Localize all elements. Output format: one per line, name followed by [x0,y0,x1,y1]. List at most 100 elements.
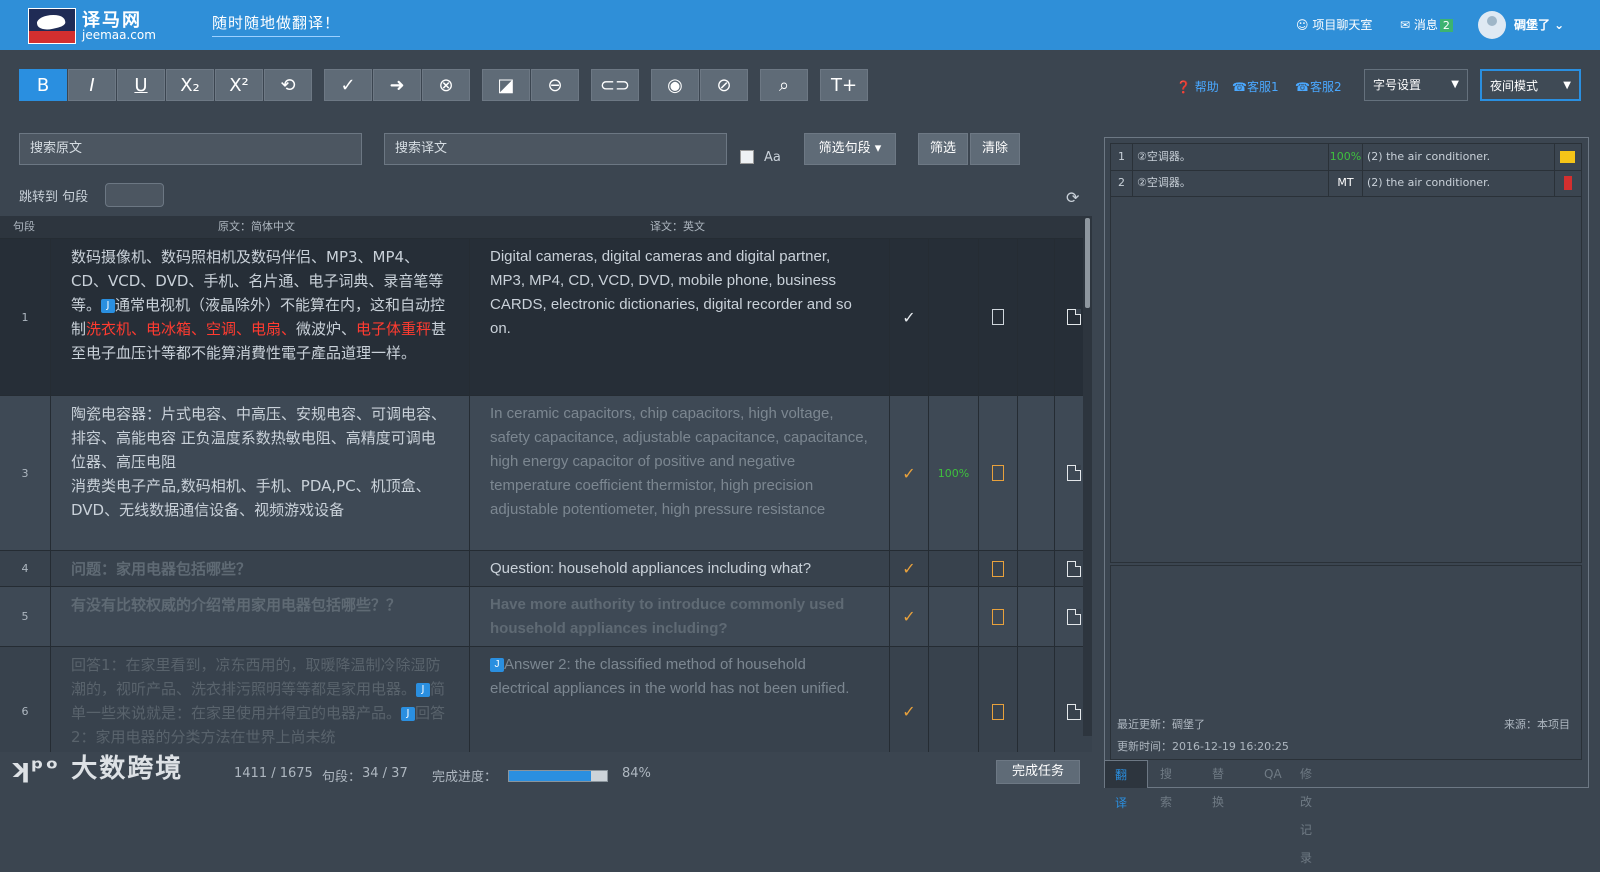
tab-replace[interactable]: 替换 [1212,760,1224,809]
search-target-input[interactable]: 搜索译文 [384,133,727,165]
note-cell[interactable] [979,396,1018,550]
note-cell[interactable] [979,647,1018,752]
tm-row[interactable]: 2 ②空调器。 MT (2) the air conditioner. [1111,170,1581,197]
check-icon: ✓ [902,702,916,721]
filter-button[interactable]: 筛选 [918,133,968,165]
progress-bar [508,770,608,782]
case-sensitive-checkbox[interactable] [740,150,754,164]
source-cell[interactable]: 问题：家用电器包括哪些？ [51,551,470,586]
table-row[interactable]: 3 陶瓷电容器：片式电容、中高压、安规电容、可调电容、排容、高能电容 正负温度系… [0,395,1092,550]
scrollbar-thumb[interactable] [1085,218,1090,308]
flag-stripe [29,31,75,43]
status-cell[interactable]: ✓ [890,647,929,752]
tab-history[interactable]: 修改记录 [1300,760,1312,865]
link-button[interactable]: ⊂⊃ [591,69,639,101]
slogan: 随时随地做翻译！ [212,12,341,37]
service2-link[interactable]: ☎客服2 [1295,78,1342,95]
project-chat-link[interactable]: ☺ 项目聊天室 [1296,16,1372,33]
target-cell[interactable]: Have more authority to introduce commonl… [470,587,890,646]
note-icon [992,465,1004,481]
night-mode-select[interactable]: 夜间模式 ▼ [1480,69,1581,101]
note-icon [992,560,1004,577]
note-cell[interactable] [979,239,1018,395]
table-row[interactable]: 5 有没有比较权威的介绍常用家用电器包括哪些？？ Have more autho… [0,586,1092,646]
mail-icon: ✉ [1400,18,1414,32]
underline-button[interactable]: U [117,69,165,101]
note-icon [992,703,1004,720]
tm-details: 最近更新：碉堡了 来源：本项目 更新时间：2016-12-19 16:20:25 [1110,565,1582,760]
copy-source-button[interactable]: ◪ [482,69,530,101]
tag-icon: J [490,658,504,673]
add-term-button[interactable]: T+ [820,69,868,101]
source-cell[interactable]: 有没有比较权威的介绍常用家用电器包括哪些？？ [51,587,470,646]
table-row[interactable]: 6 回答1：在家里看到，凉东西用的，取暖降温制冷除湿防潮的，视听产品、洗衣排污照… [0,646,1092,752]
tm-matches: 1 ②空调器。 100% (2) the air conditioner. 2 … [1110,143,1582,563]
logo[interactable] [28,8,76,44]
superscript-button[interactable]: X² [215,69,263,101]
avatar[interactable] [1478,11,1506,39]
header-source: 原文：简体中文 [218,220,295,233]
table-row[interactable]: 4 问题：家用电器包括哪些？ Question: household appli… [0,550,1092,586]
status-cell[interactable]: ✓ [890,587,929,646]
find-button[interactable]: ⌕ [760,69,808,101]
segment-number: 4 [0,551,51,586]
service1-link[interactable]: ☎客服1 [1232,78,1279,95]
segment-table: 句段 原文：简体中文 译文：英文 1 数码摄像机、数码照相机及数码伴侣、MP3、… [0,216,1092,752]
filter-segments-dropdown[interactable]: 筛选句段 ▾ [804,133,896,165]
unlink-button[interactable]: ⊖ [531,69,579,101]
support-icon: ☎ [1295,80,1310,94]
target-cell[interactable]: Digital cameras, digital cameras and dig… [470,239,890,395]
segment-number: 5 [0,587,51,646]
status-cell[interactable]: ✓ [890,239,929,395]
italic-button[interactable]: I [68,69,116,101]
table-scrollbar[interactable] [1083,216,1092,736]
status-cell[interactable]: ✓ [890,396,929,550]
tab-search[interactable]: 搜索 [1160,760,1172,809]
watermark: ʞᵖᵒ 大数跨境 [10,754,184,784]
folder-icon[interactable] [1555,144,1581,170]
segment-count: 34 / 37 [362,766,408,781]
status-cell[interactable]: ✓ [890,551,929,586]
machine-icon[interactable] [1555,170,1581,196]
subscript-button[interactable]: X₂ [166,69,214,101]
note-cell[interactable] [979,587,1018,646]
refresh-icon[interactable]: ⟳ [1066,188,1079,207]
tag-icon: J [401,706,416,721]
source-cell[interactable]: 数码摄像机、数码照相机及数码伴侣、MP3、MP4、CD、VCD、DVD、手机、名… [51,239,470,395]
target-cell[interactable]: J Answer 2: the classified method of hous… [470,647,890,752]
user-menu[interactable]: 碉堡了 ⌄ [1514,16,1564,33]
next-segment-button[interactable]: ➜ [373,69,421,101]
source-cell[interactable]: 回答1：在家里看到，凉东西用的，取暖降温制冷除湿防潮的，视听产品、洗衣排污照明等… [51,647,470,752]
clear-segment-button[interactable]: ⊗ [422,69,470,101]
messages-link[interactable]: ✉ 消息 2 [1400,16,1453,33]
complete-task-button[interactable]: 完成任务 [996,760,1080,784]
progress-fill [509,771,592,781]
table-row[interactable]: 1 数码摄像机、数码照相机及数码伴侣、MP3、MP4、CD、VCD、DVD、手机… [0,238,1092,395]
bold-button[interactable]: B [19,69,67,101]
special-char-button[interactable]: ⟲ [264,69,312,101]
hide-tags-button[interactable]: ⊘ [700,69,748,101]
note-cell[interactable] [979,551,1018,586]
segment-number: 3 [0,396,51,550]
table-header: 句段 原文：简体中文 译文：英文 [0,216,1092,238]
tab-qa[interactable]: QA [1264,760,1282,788]
jump-segment-input[interactable] [105,183,164,207]
search-source-input[interactable]: 搜索原文 [19,133,362,165]
target-cell[interactable]: In ceramic capacitors, chip capacitors, … [470,396,890,550]
tm-row[interactable]: 1 ②空调器。 100% (2) the air conditioner. [1111,144,1581,171]
show-tags-button[interactable]: ◉ [651,69,699,101]
clear-button[interactable]: 清除 [970,133,1020,165]
empty-cell [1018,587,1055,646]
header-segment: 句段 [13,220,35,233]
progress-label: 完成进度： [432,770,498,785]
dropdown-arrow-icon: ▼ [1451,79,1459,90]
confirm-button[interactable]: ✓ [324,69,372,101]
help-icon: ❓ [1176,80,1191,94]
match-percent: 100% [937,466,970,480]
tab-translate[interactable]: 翻译 [1104,760,1148,810]
source-cell[interactable]: 陶瓷电容器：片式电容、中高压、安规电容、可调电容、排容、高能电容 正负温度系数热… [51,396,470,550]
help-link[interactable]: ❓ 帮助 [1176,78,1219,95]
font-size-select[interactable]: 字号设置 ▼ [1364,69,1468,101]
chat-icon: ☺ [1296,18,1313,32]
target-cell[interactable]: Question: household appliances including… [470,551,890,586]
